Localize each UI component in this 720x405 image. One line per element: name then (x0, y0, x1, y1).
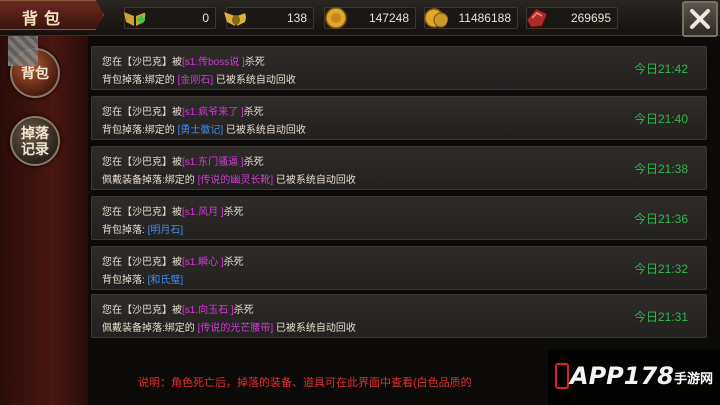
drop-record-label-2: 记录 (21, 142, 49, 158)
gold-coin-stack-icon (424, 8, 448, 28)
killer-name: [s1.向玉石 ] (182, 305, 234, 316)
list-item: 您在【沙巴克】被[s1.东门骚逼 ]杀死 佩戴装备掉落:绑定的 [传说的幽灵长靴… (91, 146, 707, 190)
resource-value-2: 138 (286, 11, 307, 25)
entry-text: 您在【沙巴克】被 (102, 305, 182, 316)
drop-status: 已被系统自动回收 (223, 125, 306, 136)
list-item: 您在【沙巴克】被[s1.瞬心 ]杀死 背包掉落: [和氏璧] 今日21:32 (91, 246, 707, 290)
resource-value-5: 269695 (570, 11, 611, 25)
resource-value-3: 147248 (368, 11, 409, 25)
entry-text: 杀死 (233, 305, 254, 316)
killer-name: [s1.瞬心 ] (182, 257, 224, 268)
killer-name: [s1.传boss说 ] (182, 57, 245, 68)
gold-wings-icon (224, 12, 246, 26)
timestamp: 今日21:36 (633, 212, 688, 226)
killer-name: [s1.风月 ] (182, 207, 224, 218)
timestamp: 今日21:32 (633, 262, 688, 276)
drop-status: 已被系统自动回收 (273, 175, 356, 186)
resource-value-4: 11486188 (458, 11, 512, 25)
killer-name: [s1.东门骚逼 ] (182, 157, 244, 168)
entry-text: 您在【沙巴克】被 (102, 257, 182, 268)
watermark-sub: 手游网 (674, 372, 714, 387)
timestamp: 今日21:31 (633, 310, 688, 324)
phone-logo-icon (555, 363, 569, 389)
entry-text: 您在【沙巴克】被 (102, 157, 182, 168)
sidebar: 背包 掉落 记录 (0, 36, 88, 405)
list-item: 您在【沙巴克】被[s1.疯爷来了 ]杀死 背包掉落:绑定的 [勇士徽记] 已被系… (91, 96, 707, 140)
timestamp: 今日21:40 (633, 112, 688, 126)
page-title: 背包 (22, 9, 67, 28)
entry-text: 杀死 (243, 157, 264, 168)
timestamp: 今日21:38 (633, 162, 688, 176)
watermark-text: APP178 (570, 362, 674, 390)
item-name: [勇士徽记] (177, 125, 224, 136)
close-icon (690, 9, 710, 29)
list-item: 您在【沙巴克】被[s1.向玉石 ]杀死 佩戴装备掉落:绑定的 [传说的光芒腰带]… (91, 294, 707, 338)
red-gem-icon (526, 8, 548, 28)
resource-value-1: 0 (202, 11, 209, 25)
drop-desc: 佩戴装备掉落:绑定的 (102, 323, 198, 334)
close-button[interactable] (682, 1, 718, 37)
footer-note: 说明：角色死亡后，掉落的装备、道具可在此界面中查看(白色品质的 (138, 377, 472, 389)
avatar (8, 36, 38, 66)
timestamp: 今日21:42 (633, 62, 688, 76)
killer-name: [s1.疯爷来了 ] (182, 107, 244, 118)
watermark: APP178 手游网 (548, 350, 720, 405)
drop-record-label-1: 掉落 (21, 126, 49, 142)
list-item: 您在【沙巴克】被[s1.风月 ]杀死 背包掉落: [明月石] 今日21:36 (91, 196, 707, 240)
green-plus-wings-icon (124, 12, 146, 26)
drop-desc: 佩戴装备掉落:绑定的 (102, 175, 198, 186)
drop-desc: 背包掉落:绑定的 (102, 125, 178, 136)
drop-record-tab-button[interactable]: 掉落 记录 (10, 116, 60, 166)
entry-text: 您在【沙巴克】被 (102, 57, 182, 68)
entry-text: 您在【沙巴克】被 (102, 107, 182, 118)
item-name: [明月石] (147, 225, 184, 236)
drop-desc: 背包掉落: (102, 225, 148, 236)
top-bar: 背包 0 138 147248 11486188 269695 (0, 0, 720, 37)
item-name: [传说的光芒腰带] (197, 323, 274, 334)
entry-text: 杀死 (223, 257, 244, 268)
drop-desc: 背包掉落:绑定的 (102, 75, 178, 86)
entry-text: 您在【沙巴克】被 (102, 207, 182, 218)
gold-coin-icon (325, 7, 347, 29)
drop-desc: 背包掉落: (102, 275, 148, 286)
drop-status: 已被系统自动回收 (273, 323, 356, 334)
bag-tab-label: 背包 (21, 66, 49, 82)
item-name: [传说的幽灵长靴] (197, 175, 274, 186)
list-item: 您在【沙巴克】被[s1.传boss说 ]杀死 背包掉落:绑定的 [金刚石] 已被… (91, 46, 707, 90)
entry-text: 杀死 (223, 207, 244, 218)
item-name: [和氏璧] (147, 275, 184, 286)
item-name: [金刚石] (177, 75, 214, 86)
entry-text: 杀死 (243, 107, 264, 118)
entry-text: 杀死 (244, 57, 265, 68)
drop-status: 已被系统自动回收 (213, 75, 296, 86)
